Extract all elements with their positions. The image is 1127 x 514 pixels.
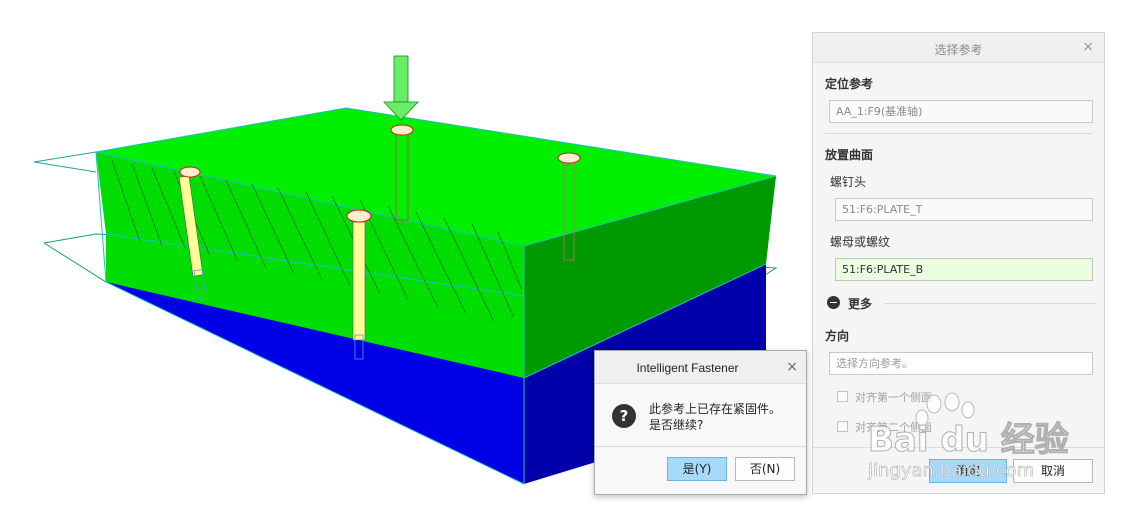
screw-head-field[interactable]: 51:F6:PLATE_T xyxy=(835,198,1093,221)
intelligent-fastener-dialog: Intelligent Fastener × ? 此参考上已存在紧固件。 是否继… xyxy=(594,350,807,495)
yes-button[interactable]: 是(Y) xyxy=(667,457,727,481)
checkbox-icon[interactable] xyxy=(837,421,848,432)
section-placement-surface: 放置曲面 xyxy=(825,148,874,162)
select-reference-panel: 选择参考 × 定位参考 AA_1:F9(基准轴) 放置曲面 螺钉头 51:F6:… xyxy=(812,32,1105,494)
align-first-side-label: 对齐第一个侧面 xyxy=(855,391,932,404)
dialog-header: Intelligent Fastener × xyxy=(595,351,806,384)
divider xyxy=(885,303,1095,304)
close-icon[interactable]: × xyxy=(1082,39,1094,55)
screw-head-label: 螺钉头 xyxy=(830,175,867,189)
direction-input[interactable]: 选择方向参考。 xyxy=(829,352,1093,375)
more-label: 更多 xyxy=(848,297,873,311)
nut-or-thread-field[interactable]: 51:F6:PLATE_B xyxy=(835,258,1093,281)
dialog-message-line2: 是否继续? xyxy=(649,418,704,432)
locate-reference-field[interactable]: AA_1:F9(基准轴) xyxy=(829,100,1093,123)
dialog-title: Intelligent Fastener xyxy=(636,361,739,375)
no-button[interactable]: 否(N) xyxy=(735,457,795,481)
ok-button[interactable]: 确定 xyxy=(929,459,1007,483)
panel-header: 选择参考 × xyxy=(813,33,1104,63)
cancel-button[interactable]: 取消 xyxy=(1013,459,1093,483)
collapse-icon[interactable] xyxy=(827,296,840,309)
section-locate-reference: 定位参考 xyxy=(825,77,874,91)
dialog-message: 此参考上已存在紧固件。 是否继续? xyxy=(649,401,781,433)
divider xyxy=(825,133,1093,134)
dialog-footer: 是(Y) 否(N) xyxy=(595,446,806,494)
question-icon: ? xyxy=(612,404,636,428)
more-toggle[interactable]: 更多 xyxy=(827,295,1095,311)
checkbox-icon[interactable] xyxy=(837,391,848,402)
direction-arrow[interactable] xyxy=(383,55,419,121)
close-icon[interactable]: × xyxy=(786,359,798,375)
section-direction: 方向 xyxy=(825,329,850,343)
dialog-message-line1: 此参考上已存在紧固件。 xyxy=(649,402,782,416)
align-second-side-label: 对齐第二个侧面 xyxy=(855,421,932,434)
panel-footer: 确定 取消 xyxy=(813,447,1104,493)
nut-or-thread-label: 螺母或螺纹 xyxy=(830,235,891,249)
panel-title: 选择参考 xyxy=(934,43,983,57)
